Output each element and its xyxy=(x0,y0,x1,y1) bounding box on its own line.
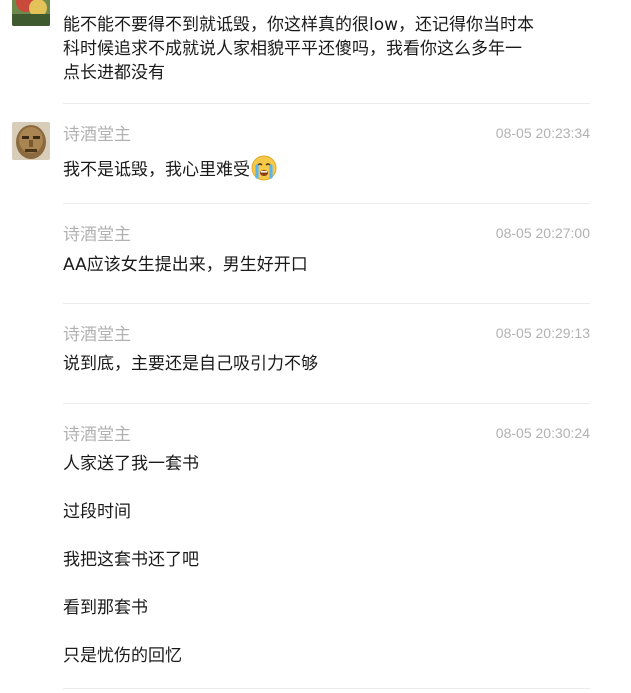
message-line-text: 我不是诋毁，我心里难受 xyxy=(63,160,250,180)
message-timestamp: 08-05 20:23:34 xyxy=(495,125,590,141)
message-line: 我把这套书还了吧 xyxy=(63,550,199,570)
message-line: 点长进都没有 xyxy=(63,63,165,83)
message-text: 说到底，主要还是自己吸引力不够 xyxy=(63,352,573,376)
message-line: 我不是诋毁，我心里难受 xyxy=(63,155,573,182)
message-line: 看到那套书 xyxy=(63,598,148,618)
user-avatar[interactable] xyxy=(12,0,50,26)
sender-name[interactable]: 诗酒堂主 xyxy=(63,125,131,145)
message-divider xyxy=(63,103,590,104)
crying-face-icon xyxy=(251,155,277,181)
message-line: 只是忧伤的回忆 xyxy=(63,646,182,666)
message-line: AA应该女生提出来，男生好开口 xyxy=(63,255,308,275)
sender-name[interactable]: 诗酒堂主 xyxy=(63,325,131,345)
message-line: 能不能不要得不到就诋毁，你这样真的很low，还记得你当时本 xyxy=(63,15,535,35)
sender-name[interactable]: 诗酒堂主 xyxy=(63,425,131,445)
message-divider xyxy=(63,203,590,204)
message-text: 人家送了我一套书 过段时间 我把这套书还了吧 看到那套书 只是忧伤的回忆 xyxy=(63,452,573,668)
avatar-image xyxy=(12,0,50,26)
message-divider xyxy=(63,303,590,304)
message-line: 过段时间 xyxy=(63,502,131,522)
message-divider xyxy=(63,403,590,404)
message-text: AA应该女生提出来，男生好开口 xyxy=(63,253,573,277)
message-text: 能不能不要得不到就诋毁，你这样真的很low，还记得你当时本 科时候追求不成就说人… xyxy=(63,13,573,85)
user-avatar[interactable] xyxy=(12,122,50,160)
message-text: 我不是诋毁，我心里难受 xyxy=(63,155,573,182)
sender-name[interactable]: 诗酒堂主 xyxy=(63,225,131,245)
message-line: 科时候追求不成就说人家相貌平平还傻吗，我看你这么多年一 xyxy=(63,39,522,59)
message-line: 人家送了我一套书 xyxy=(63,454,199,474)
message-divider xyxy=(63,688,590,689)
message-line: 说到底，主要还是自己吸引力不够 xyxy=(63,354,318,374)
message-timestamp: 08-05 20:30:24 xyxy=(495,425,590,441)
avatar-image xyxy=(12,122,50,160)
message-timestamp: 08-05 20:27:00 xyxy=(495,225,590,241)
message-timestamp: 08-05 20:29:13 xyxy=(495,325,590,341)
